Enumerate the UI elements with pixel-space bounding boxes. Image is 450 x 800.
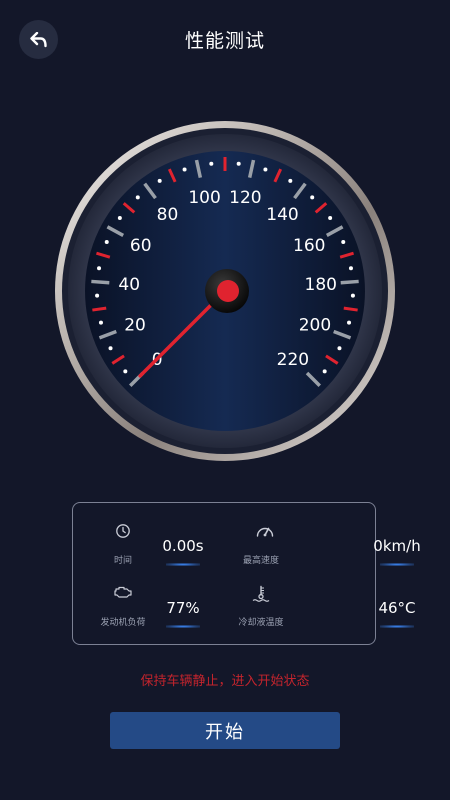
stat-engine-load-label: 发动机负荷 bbox=[100, 618, 146, 628]
stat-coolant-temp-underline bbox=[380, 625, 414, 628]
speedometer-icon bbox=[256, 527, 274, 537]
gauge-red-tick bbox=[92, 306, 107, 312]
gauge-minor-dot bbox=[347, 320, 352, 325]
gauge-minor-dot bbox=[157, 178, 162, 183]
stat-max-speed-underline bbox=[380, 563, 414, 566]
gauge-tick-label: 140 bbox=[266, 205, 298, 225]
gauge-minor-dot bbox=[350, 293, 355, 298]
gauge-tick-label: 80 bbox=[157, 205, 179, 225]
gauge-minor-dot bbox=[97, 266, 102, 271]
stat-coolant-temp-label: 冷却液温度 bbox=[238, 618, 284, 628]
gauge-minor-dot bbox=[123, 369, 128, 374]
gauge-minor-dot bbox=[263, 167, 268, 172]
gauge-minor-dot bbox=[310, 195, 315, 200]
gauge-tick-label: 220 bbox=[277, 350, 309, 370]
gauge-major-tick bbox=[91, 279, 110, 285]
gauge-tick-label: 100 bbox=[188, 188, 220, 208]
stat-coolant-temp-value: 46°C bbox=[378, 599, 416, 617]
gauge-tick-label: 180 bbox=[305, 275, 337, 295]
gauge-minor-dot bbox=[117, 215, 122, 220]
stat-engine-load: 发动机负荷 77% bbox=[83, 577, 233, 637]
gauge-hub-cap bbox=[217, 280, 239, 302]
gauge-minor-dot bbox=[236, 161, 241, 166]
stat-engine-load-value: 77% bbox=[166, 599, 200, 617]
gauge-minor-dot bbox=[348, 266, 353, 271]
gauge-red-tick bbox=[343, 306, 358, 312]
performance-test-screen: 性能测试 20 40 60 80 100 120 140 160 180 200… bbox=[0, 0, 450, 800]
gauge-minor-dot bbox=[341, 240, 346, 245]
status-hint: 保持车辆静止，进入开始状态 bbox=[140, 674, 310, 689]
stat-max-speed-value: 0km/h bbox=[373, 537, 421, 555]
gauge-minor-dot bbox=[337, 346, 342, 351]
start-button[interactable]: 开始 bbox=[110, 712, 340, 749]
gauge-minor-dot bbox=[322, 369, 327, 374]
gauge-minor-dot bbox=[328, 215, 333, 220]
gauge-tick-label: 60 bbox=[130, 236, 152, 256]
gauge-minor-dot bbox=[98, 320, 103, 325]
gauge-tick-label: 20 bbox=[124, 316, 146, 336]
speedometer-gauge: 020406080100120140160180200220 bbox=[55, 121, 395, 461]
engine-icon bbox=[114, 586, 132, 598]
gauge-minor-dot bbox=[104, 240, 109, 245]
stat-max-speed: 最高速度 0km/h bbox=[227, 515, 421, 575]
stat-engine-load-underline bbox=[166, 625, 200, 628]
gauge-major-tick bbox=[340, 279, 359, 285]
thermometer-icon bbox=[252, 585, 270, 602]
gauge-minor-dot bbox=[182, 167, 187, 172]
gauge-minor-dot bbox=[288, 178, 293, 183]
stat-time-label: 时间 bbox=[113, 556, 132, 566]
gauge-minor-dot bbox=[95, 293, 100, 298]
gauge-tick-label: 200 bbox=[299, 316, 331, 336]
stat-coolant-temp: 冷却液温度 46°C bbox=[227, 577, 416, 637]
gauge-minor-dot bbox=[209, 161, 214, 166]
gauge-tick-label: 160 bbox=[293, 236, 325, 256]
stat-max-speed-label: 最高速度 bbox=[242, 556, 279, 566]
stat-time: 时间 0.00s bbox=[83, 515, 233, 575]
clock-icon bbox=[116, 524, 130, 538]
gauge-minor-dot bbox=[135, 195, 140, 200]
gauge-minor-dot bbox=[108, 346, 113, 351]
gauge-tick-label: 40 bbox=[118, 275, 140, 295]
stat-time-value: 0.00s bbox=[162, 537, 204, 555]
stats-panel: 时间 0.00s 最高速度 0km/h 发动机负荷 77% 冷却液温度 46°C bbox=[72, 502, 421, 645]
gauge-tick-label: 120 bbox=[229, 188, 261, 208]
stat-time-underline bbox=[166, 563, 200, 566]
